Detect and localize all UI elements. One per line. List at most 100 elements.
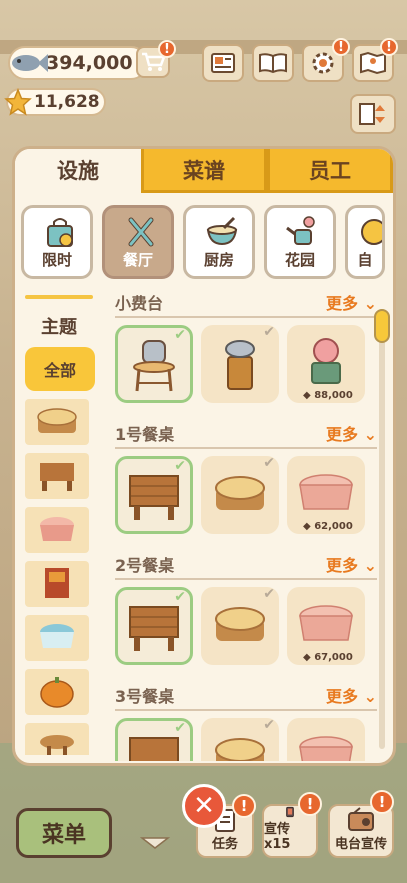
item-list: 小费台 更多 ⌄ ✔ ✔ ◆ 88,000 1号餐桌 更多 ⌄ ✔ ✔ ◆ 62… <box>115 291 377 761</box>
category-partial-label: 自 <box>357 251 373 269</box>
wood-table-icon <box>129 475 179 520</box>
wood-table-theme-icon <box>40 463 74 491</box>
price-tag: ◆ 88,000 <box>303 390 353 401</box>
theme-item-round-wood[interactable] <box>25 723 89 755</box>
chevron-down-icon: ⌄ <box>363 556 377 575</box>
more-link[interactable]: 更多 ⌄ <box>326 683 377 707</box>
close-button[interactable]: ✕ <box>182 784 226 828</box>
category-restaurant[interactable]: 餐厅 <box>102 205 174 279</box>
theme-item-striped[interactable] <box>25 615 89 661</box>
category-garden-label: 花园 <box>284 251 315 269</box>
list-scrollbar[interactable] <box>374 309 390 749</box>
more-link[interactable]: 更多 ⌄ <box>326 552 377 576</box>
cart-alert-badge: ! <box>158 40 176 58</box>
item-row: ✔ ✔ ◆ 67,000 <box>115 586 377 665</box>
more-link-label: 更多 <box>326 556 359 575</box>
item-row: ✔ ✔ ◆ 62,000 <box>115 455 377 534</box>
item-card[interactable]: ✔ <box>201 586 279 665</box>
chevron-down-icon: ⌄ <box>363 425 377 444</box>
item-card[interactable]: ✔ <box>201 717 279 761</box>
category-restaurant-label: 餐厅 <box>122 251 153 269</box>
map-icon <box>360 51 386 75</box>
owned-check-icon: ✔ <box>174 589 186 605</box>
item-card[interactable]: ✔ <box>201 324 279 403</box>
jar-stool-tip-stand-icon <box>133 340 175 392</box>
promo-alert-badge: ! <box>298 792 322 816</box>
more-link[interactable]: 更多 ⌄ <box>326 291 377 314</box>
section-header-table-1: 1号餐桌 更多 ⌄ <box>115 422 377 444</box>
tab-facilities[interactable]: 设施 <box>15 149 141 193</box>
sidebar-title: 主题 <box>41 317 77 338</box>
stump-tip-stand-icon <box>225 340 255 390</box>
shop-panel: 设施 菜谱 员工 限时 餐厅 厨房 花园 自 主题 全部 小费台 更多 ⌄ ✔ … <box>12 146 396 766</box>
theme-item-pumpkin[interactable] <box>25 669 89 715</box>
more-link[interactable]: 更多 ⌄ <box>326 421 377 445</box>
section-title: 2号餐桌 <box>115 556 175 575</box>
shop-cart-button[interactable]: ! <box>136 40 176 78</box>
price-value: 88,000 <box>314 390 353 401</box>
menu-button[interactable]: 菜单 <box>16 808 112 858</box>
partial-icon <box>361 219 382 245</box>
star-counter: 11,628 <box>4 88 106 116</box>
category-garden[interactable]: 花园 <box>264 205 336 279</box>
theme-item-stump[interactable] <box>25 399 89 445</box>
stump-table-icon <box>215 607 265 641</box>
price-value: 62,000 <box>314 521 353 532</box>
category-bar: 限时 餐厅 厨房 花园 自 <box>21 205 393 283</box>
map-button[interactable]: ! <box>352 38 398 82</box>
theme-item-rug[interactable] <box>25 561 89 607</box>
owned-check-icon: ✔ <box>174 327 186 343</box>
theme-item-gingham[interactable] <box>25 507 89 553</box>
sort-button[interactable] <box>350 94 396 134</box>
stump-table-icon <box>215 476 265 510</box>
item-card[interactable]: ◆ 88,000 <box>287 325 365 403</box>
category-partial[interactable]: 自 <box>345 205 385 279</box>
scrollbar-thumb[interactable] <box>374 309 390 343</box>
section-divider <box>115 316 377 318</box>
more-link-label: 更多 <box>326 687 359 706</box>
sidebar-divider <box>25 295 93 299</box>
gear-icon <box>312 52 334 74</box>
theme-all-button[interactable]: 全部 <box>25 347 95 391</box>
tab-recipes[interactable]: 菜谱 <box>141 149 267 193</box>
item-card[interactable]: ✔ <box>201 455 279 534</box>
chevron-down-icon: ⌄ <box>363 687 377 706</box>
category-limited[interactable]: 限时 <box>21 205 93 279</box>
newspaper-button[interactable] <box>202 44 244 82</box>
theme-item-wood[interactable] <box>25 453 89 499</box>
section-divider <box>115 578 377 580</box>
radio-alert-badge: ! <box>370 790 394 814</box>
item-card[interactable]: ✔ <box>115 456 193 534</box>
newspaper-icon <box>211 53 235 73</box>
item-card[interactable]: ✔ <box>115 718 193 761</box>
unowned-check-icon: ✔ <box>263 717 275 733</box>
section-title: 1号餐桌 <box>115 425 175 444</box>
theme-sidebar: 主题 全部 <box>25 295 101 755</box>
promo-label: 宣传x15 <box>264 822 291 852</box>
settings-alert-badge: ! <box>332 38 350 56</box>
item-row: ✔ ✔ ◆ 88,000 <box>115 324 377 403</box>
coin-counter: 394,000 <box>8 46 148 80</box>
settings-button[interactable]: ! <box>302 38 350 82</box>
more-link-label: 更多 <box>326 294 359 313</box>
more-link-label: 更多 <box>326 425 359 444</box>
watering-can-icon <box>286 216 315 245</box>
chevron-down-icon[interactable] <box>140 836 170 850</box>
book-button[interactable] <box>252 44 294 82</box>
item-card[interactable]: ◆ 62,000 <box>287 456 365 534</box>
item-card[interactable]: ✔ <box>115 325 193 403</box>
sort-icon <box>359 103 385 125</box>
tasks-label: 任务 <box>211 837 238 852</box>
item-card[interactable]: ◆ 67,000 <box>287 587 365 665</box>
tab-staff[interactable]: 员工 <box>267 149 393 193</box>
mixing-bowl-icon <box>206 216 238 246</box>
map-alert-badge: ! <box>380 38 398 56</box>
item-card[interactable]: ✔ <box>115 587 193 665</box>
unowned-check-icon: ✔ <box>263 324 275 340</box>
item-card[interactable] <box>287 718 365 761</box>
category-kitchen[interactable]: 厨房 <box>183 205 255 279</box>
owned-check-icon: ✔ <box>174 458 186 474</box>
open-book-icon <box>259 53 287 74</box>
section-header-table-2: 2号餐桌 更多 ⌄ <box>115 553 377 575</box>
section-divider <box>115 709 377 711</box>
